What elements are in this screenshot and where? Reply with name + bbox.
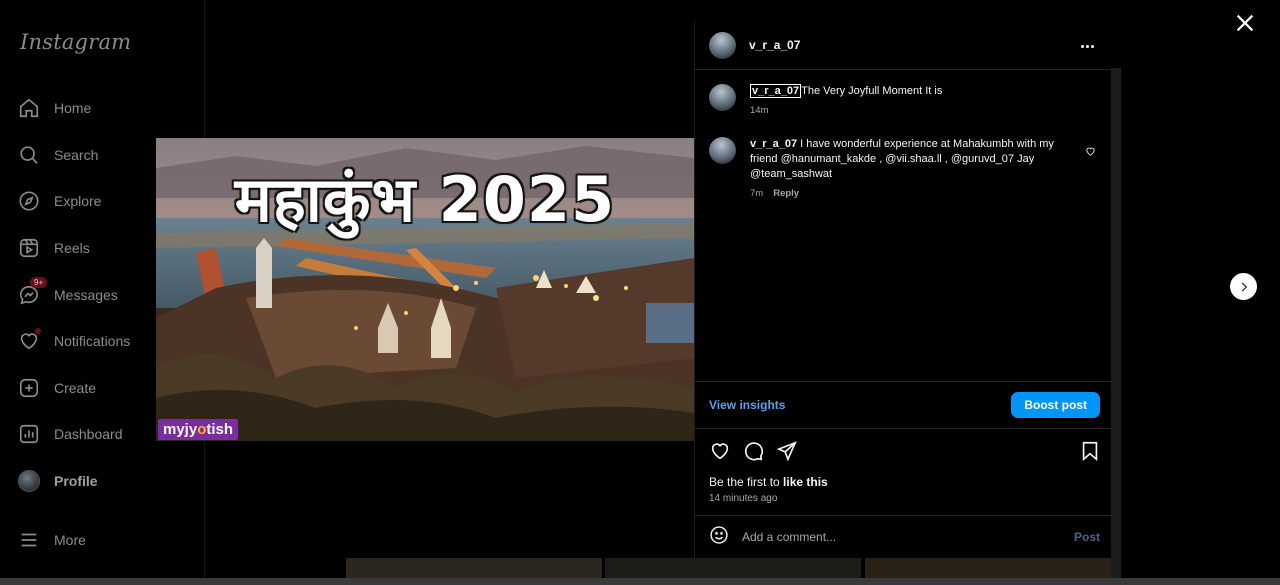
sidebar-item-label: Home [54,100,92,116]
emoji-button[interactable] [709,525,729,550]
messenger-icon: 9+ [18,277,48,306]
emoji-icon [710,525,728,544]
caption-timestamp: 14m [750,105,769,116]
comment-timestamp: 7m [750,188,764,199]
post-caption: v_r_a_07 The Very Joyfull Moment It is 14… [709,84,1104,118]
post-comment-button[interactable]: Post [1074,530,1100,544]
like-comment-button[interactable] [1085,144,1096,156]
post-details-panel: v_r_a_07 v_r_a_07 The Very Joyfull Moment… [694,21,1112,558]
taskbar [0,578,1280,585]
chevron-right-icon [1241,282,1247,291]
share-button[interactable] [776,440,798,462]
send-icon [776,441,797,462]
search-icon [18,144,40,166]
more-options-icon[interactable] [1081,39,1095,53]
add-comment-bar: Post [695,515,1112,558]
post-author-username[interactable]: v_r_a_07 [749,38,800,52]
close-icon [1236,14,1254,32]
dashboard-icon [18,423,40,445]
boost-post-button[interactable]: Boost post [1011,392,1100,418]
sidebar-item-profile[interactable]: Profile [18,466,198,496]
instagram-logo[interactable]: Instagram [20,30,131,54]
sidebar-item-home[interactable]: Home [18,93,198,123]
plus-square-icon [18,377,40,399]
reply-button[interactable]: Reply [773,188,799,199]
avatar[interactable] [709,84,736,111]
sidebar-item-label: Search [54,147,99,163]
close-button[interactable] [1234,12,1256,34]
grid-thumbnail [865,558,1121,580]
caption-text: The Very Joyfull Moment It is [801,85,943,97]
sidebar-item-label: Profile [54,473,98,489]
post-actions [709,440,1101,464]
brand-watermark: myjyotish [158,419,239,440]
view-insights-link[interactable]: View insights [709,398,785,412]
caption-username[interactable]: v_r_a_07 [750,84,802,98]
heart-icon [18,328,41,352]
comment-username[interactable]: v_r_a_07 [750,138,797,150]
comment-input[interactable] [742,530,1042,544]
comment-button[interactable] [742,440,764,462]
comment-icon [744,442,764,461]
messages-badge: 9+ [30,277,48,288]
post-timestamp: 14 minutes ago [709,493,778,504]
menu-icon [18,529,40,551]
save-button[interactable] [1079,440,1101,462]
avatar[interactable] [709,137,736,164]
insights-row: View insights Boost post [695,381,1112,429]
compass-icon [18,190,40,212]
avatar [18,470,40,492]
sidebar-item-label: Explore [54,193,102,209]
grid-thumbnail [346,558,602,580]
likes-text: Be the first to like this [709,475,828,489]
next-post-button[interactable] [1230,273,1257,300]
bookmark-icon [1082,441,1098,462]
avatar[interactable] [709,31,736,59]
sidebar-item-label: Dashboard [54,426,123,442]
like-this-link[interactable]: like this [783,475,828,489]
grid-thumbnail [605,558,861,580]
media-title-text: महाकुंभ 2025 [234,163,616,236]
comment-item: v_r_a_07 I have wonderful experience at … [709,137,1104,201]
heart-icon [711,443,729,460]
grid-thumbnail [1111,68,1121,578]
heart-icon [1086,147,1095,156]
sidebar-item-label: More [54,532,86,548]
sidebar-item-label: Messages [54,287,118,303]
sidebar-item-label: Reels [54,240,90,256]
post-image[interactable]: महाकुंभ 2025 myjyotish [156,138,694,441]
sidebar-item-label: Notifications [54,333,131,349]
notification-dot [35,328,41,334]
reels-icon [18,237,40,259]
like-button[interactable] [709,440,731,462]
post-header: v_r_a_07 [695,21,1111,70]
home-icon [18,97,40,119]
sidebar-item-label: Create [54,380,97,396]
sidebar-item-more[interactable]: More [18,525,198,555]
